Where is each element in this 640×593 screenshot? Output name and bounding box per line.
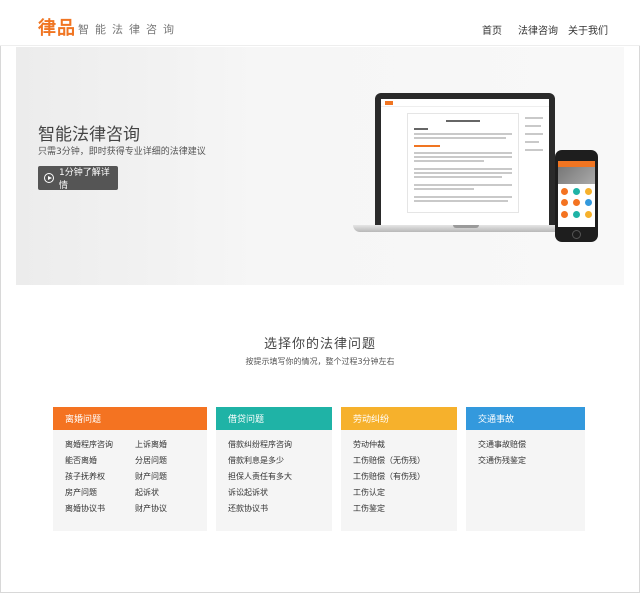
card-lending-header[interactable]: 借贷问题 <box>216 407 332 430</box>
card-link[interactable]: 能否离婚 <box>65 455 97 466</box>
card-divorce: 离婚问题 离婚程序咨询 上诉离婚 能否离婚 分居问题 孩子抚养权 财产问题 房产… <box>53 407 207 531</box>
card-link[interactable]: 财产问题 <box>135 471 167 482</box>
phone-app-icon <box>585 211 592 218</box>
section-subtitle: 按提示填写你的情况，整个过程3分钟左右 <box>245 357 395 366</box>
card-link[interactable]: 交通事故赔偿 <box>478 439 526 450</box>
nav-legal-consult[interactable]: 法律咨询 <box>518 22 558 37</box>
card-link[interactable]: 交通伤残鉴定 <box>478 455 526 466</box>
mock-line <box>414 152 512 154</box>
card-link[interactable]: 担保人责任有多大 <box>228 471 292 482</box>
laptop-screen <box>375 93 555 225</box>
phone-app-icon <box>585 199 592 206</box>
phone-banner <box>558 167 595 184</box>
phone-app-icon <box>561 211 568 218</box>
mock-line <box>414 156 512 158</box>
card-link[interactable]: 起诉状 <box>135 487 159 498</box>
card-divorce-header[interactable]: 离婚问题 <box>53 407 207 430</box>
phone-app-icon <box>573 211 580 218</box>
mock-topbar <box>381 99 549 107</box>
play-icon <box>44 173 54 183</box>
laptop-mockup <box>353 93 579 236</box>
card-link[interactable]: 工伤赔偿（有伤残） <box>353 471 425 482</box>
phone-mockup <box>555 150 598 242</box>
mock-sidebar <box>525 113 547 183</box>
phone-app-icon <box>561 199 568 206</box>
mock-logo <box>385 101 393 105</box>
hero-subtitle: 只需3分钟，即时获得专业详细的法律建议 <box>38 147 206 157</box>
mock-line <box>414 200 508 202</box>
brand-logo[interactable]: 律品 <box>38 14 76 40</box>
laptop-display <box>381 99 549 225</box>
card-link[interactable]: 孩子抚养权 <box>65 471 105 482</box>
card-labor-header[interactable]: 劳动纠纷 <box>341 407 457 430</box>
card-traffic-header[interactable]: 交通事故 <box>466 407 585 430</box>
mock-line <box>525 141 539 143</box>
card-link[interactable]: 工伤认定 <box>353 487 385 498</box>
mock-line <box>414 128 428 130</box>
mock-line <box>414 196 512 198</box>
mock-line <box>446 120 480 122</box>
card-link[interactable]: 上诉离婚 <box>135 439 167 450</box>
card-link[interactable]: 劳动仲裁 <box>353 439 385 450</box>
nav-about[interactable]: 关于我们 <box>568 22 608 37</box>
hero-title: 智能法律咨询 <box>38 125 140 145</box>
section-title: 选择你的法律问题 <box>263 337 376 352</box>
laptop-notch <box>453 225 479 228</box>
nav-home[interactable]: 首页 <box>482 22 502 37</box>
phone-app-icon <box>585 188 592 195</box>
mock-line <box>414 168 512 170</box>
phone-app-icon <box>573 199 580 206</box>
phone-app-icon <box>573 188 580 195</box>
mock-line <box>525 149 543 151</box>
mock-line <box>525 125 541 127</box>
card-link[interactable]: 还款协议书 <box>228 503 268 514</box>
card-link[interactable]: 工伤赔偿（无伤残） <box>353 455 425 466</box>
mock-line <box>414 160 484 162</box>
card-link[interactable]: 借款利息是多少 <box>228 455 284 466</box>
mock-line <box>414 188 474 190</box>
phone-screen <box>558 161 595 227</box>
mock-line <box>414 176 502 178</box>
mock-line <box>525 133 543 135</box>
mock-line <box>414 133 512 135</box>
card-link[interactable]: 诉讼起诉状 <box>228 487 268 498</box>
mock-line <box>414 145 440 147</box>
card-link[interactable]: 工伤鉴定 <box>353 503 385 514</box>
phone-app-icon <box>561 188 568 195</box>
card-link[interactable]: 离婚协议书 <box>65 503 105 514</box>
site-header: 律品 智能法律咨询 首页 法律咨询 关于我们 <box>0 0 640 46</box>
mock-line <box>414 172 512 174</box>
mock-line <box>525 117 543 119</box>
card-link[interactable]: 分居问题 <box>135 455 167 466</box>
phone-home-button <box>572 230 581 239</box>
card-lending: 借贷问题 借款纠纷程序咨询 借款利息是多少 担保人责任有多大 诉讼起诉状 还款协… <box>216 407 332 531</box>
mock-document <box>407 113 519 213</box>
mock-line <box>414 184 512 186</box>
card-link[interactable]: 离婚程序咨询 <box>65 439 113 450</box>
card-labor: 劳动纠纷 劳动仲裁 工伤赔偿（无伤残） 工伤赔偿（有伤残） 工伤认定 工伤鉴定 <box>341 407 457 531</box>
card-link[interactable]: 房产问题 <box>65 487 97 498</box>
mock-line <box>414 137 506 139</box>
brand-tagline: 智能法律咨询 <box>78 23 180 36</box>
learn-more-button[interactable]: 1分钟了解详情 <box>38 166 118 191</box>
learn-more-label: 1分钟了解详情 <box>59 168 110 191</box>
card-link[interactable]: 财产协议 <box>135 503 167 514</box>
card-link[interactable]: 借款纠纷程序咨询 <box>228 439 292 450</box>
card-traffic: 交通事故 交通事故赔偿 交通伤残鉴定 <box>466 407 585 531</box>
